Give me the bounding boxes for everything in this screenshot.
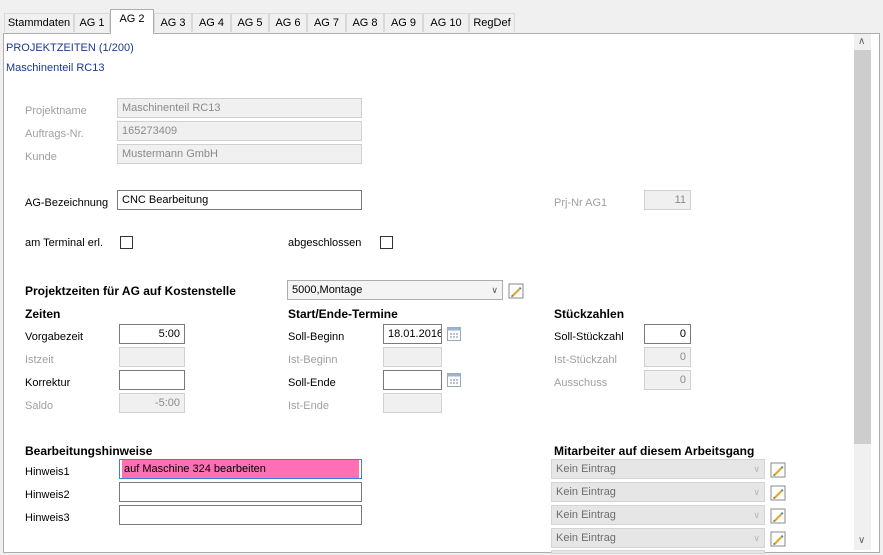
- edit-icon[interactable]: [770, 485, 786, 501]
- scroll-up-icon[interactable]: ∧: [858, 36, 865, 47]
- korrektur-input[interactable]: [119, 370, 185, 390]
- mitarbeiter-select-5-partial[interactable]: [551, 550, 765, 554]
- tab-regdef[interactable]: RegDef: [469, 13, 515, 32]
- tab-ag-6[interactable]: AG 6: [269, 13, 307, 32]
- tab-stammdaten[interactable]: Stammdaten: [4, 13, 74, 32]
- mitarbeiter-select-1[interactable]: Kein Eintrag ∨: [551, 459, 765, 479]
- edit-icon[interactable]: [770, 508, 786, 524]
- page-title: PROJEKTZEITEN (1/200): [6, 42, 134, 54]
- ist-ende-label: Ist-Ende: [288, 400, 329, 412]
- chevron-down-icon: ∨: [753, 533, 760, 543]
- saldo-field: -5:00: [119, 393, 185, 413]
- scroll-down-icon[interactable]: ∨: [858, 535, 865, 546]
- terminal-label: am Terminal erl.: [25, 237, 104, 249]
- ausschuss-field: 0: [644, 370, 691, 390]
- tab-strip: Stammdaten AG 1 AG 2 AG 3 AG 4 AG 5 AG 6…: [0, 0, 883, 34]
- tab-ag-3[interactable]: AG 3: [154, 13, 192, 32]
- hinweis1-input[interactable]: auf Maschine 324 bearbeiten: [119, 459, 362, 479]
- auftrags-nr-label: Auftrags-Nr.: [25, 128, 84, 140]
- soll-stueckzahl-input[interactable]: 0: [644, 324, 691, 344]
- tab-ag-8[interactable]: AG 8: [346, 13, 384, 32]
- hinweis2-input[interactable]: [119, 482, 362, 502]
- kunde-label: Kunde: [25, 151, 57, 163]
- mitarbeiter-value-1: Kein Eintrag: [556, 463, 616, 475]
- soll-beginn-input[interactable]: 18.01.2016: [383, 324, 442, 344]
- vorgabezeit-label: Vorgabezeit: [25, 331, 84, 343]
- tab-ag-4[interactable]: AG 4: [192, 13, 231, 32]
- soll-stueckzahl-label: Soll-Stückzahl: [554, 331, 624, 343]
- kostenstelle-select[interactable]: 5000,Montage ∨: [287, 280, 503, 300]
- istzeit-label: Istzeit: [25, 354, 54, 366]
- edit-icon[interactable]: [508, 283, 524, 299]
- ist-ende-field: [383, 393, 442, 413]
- vorgabezeit-input[interactable]: 5:00: [119, 324, 185, 344]
- edit-icon[interactable]: [770, 531, 786, 547]
- istzeit-field: [119, 347, 185, 367]
- ist-beginn-field: [383, 347, 442, 367]
- tab-ag-9[interactable]: AG 9: [384, 13, 423, 32]
- ag-bezeichnung-label: AG-Bezeichnung: [25, 197, 109, 209]
- ist-stueckzahl-field: 0: [644, 347, 691, 367]
- vertical-scrollbar[interactable]: ∧ ∨: [854, 34, 871, 550]
- chevron-down-icon: ∨: [753, 510, 760, 520]
- chevron-down-icon: ∨: [491, 285, 498, 295]
- kostenstelle-label: Projektzeiten für AG auf Kostenstelle: [25, 284, 236, 298]
- ist-beginn-label: Ist-Beginn: [288, 354, 338, 366]
- calendar-icon[interactable]: [447, 373, 461, 387]
- saldo-label: Saldo: [25, 400, 54, 412]
- soll-ende-label: Soll-Ende: [288, 377, 336, 389]
- mitarbeiter-select-4[interactable]: Kein Eintrag ∨: [551, 528, 765, 548]
- mitarbeiter-select-3[interactable]: Kein Eintrag ∨: [551, 505, 765, 525]
- hinweis1-label: Hinweis1: [25, 466, 70, 478]
- hinweise-heading: Bearbeitungshinweise: [25, 444, 153, 458]
- prj-nr-ag1-field: 11: [644, 190, 691, 210]
- projektname-field: Maschinenteil RC13: [117, 98, 362, 118]
- abgeschlossen-label: abgeschlossen: [288, 237, 362, 249]
- chevron-down-icon: ∨: [753, 464, 760, 474]
- projektname-label: Projektname: [25, 105, 87, 117]
- mitarbeiter-value-2: Kein Eintrag: [556, 486, 616, 498]
- zeiten-heading: Zeiten: [25, 307, 61, 321]
- ist-stueckzahl-label: Ist-Stückzahl: [554, 354, 617, 366]
- terminal-checkbox[interactable]: [120, 236, 133, 249]
- kunde-field: Mustermann GmbH: [117, 144, 362, 164]
- mitarbeiter-select-2[interactable]: Kein Eintrag ∨: [551, 482, 765, 502]
- page-subtitle: Maschinenteil RC13: [6, 62, 105, 74]
- ausschuss-label: Ausschuss: [554, 377, 608, 389]
- soll-ende-input[interactable]: [383, 370, 442, 390]
- mitarbeiter-heading: Mitarbeiter auf diesem Arbeitsgang: [554, 444, 755, 458]
- mitarbeiter-value-4: Kein Eintrag: [556, 532, 616, 544]
- mitarbeiter-value-3: Kein Eintrag: [556, 509, 616, 521]
- korrektur-label: Korrektur: [25, 377, 71, 389]
- tab-ag-1[interactable]: AG 1: [74, 13, 110, 32]
- hinweis3-label: Hinweis3: [25, 512, 70, 524]
- tab-ag-10[interactable]: AG 10: [423, 13, 469, 32]
- hinweis1-selected-text: auf Maschine 324 bearbeiten: [122, 460, 359, 478]
- chevron-down-icon: ∨: [753, 487, 760, 497]
- tab-ag-2[interactable]: AG 2: [110, 9, 154, 34]
- tab-ag-5[interactable]: AG 5: [231, 13, 269, 32]
- hinweis2-label: Hinweis2: [25, 489, 70, 501]
- stueckzahlen-heading: Stückzahlen: [554, 307, 625, 321]
- edit-icon[interactable]: [770, 462, 786, 478]
- tab-ag-7[interactable]: AG 7: [307, 13, 346, 32]
- kostenstelle-value: 5000,Montage: [292, 284, 363, 296]
- abgeschlossen-checkbox[interactable]: [380, 236, 393, 249]
- scrollbar-thumb[interactable]: [854, 50, 871, 444]
- ag-bezeichnung-input[interactable]: CNC Bearbeitung: [117, 190, 362, 210]
- termine-heading: Start/Ende-Termine: [288, 307, 398, 321]
- auftrags-nr-field: 165273409: [117, 121, 362, 141]
- tab-content-panel: PROJEKTZEITEN (1/200) Maschinenteil RC13…: [3, 33, 880, 554]
- prj-nr-ag1-label: Prj-Nr AG1: [554, 197, 608, 209]
- calendar-icon[interactable]: [447, 327, 461, 341]
- hinweis3-input[interactable]: [119, 505, 362, 525]
- soll-beginn-label: Soll-Beginn: [288, 331, 345, 343]
